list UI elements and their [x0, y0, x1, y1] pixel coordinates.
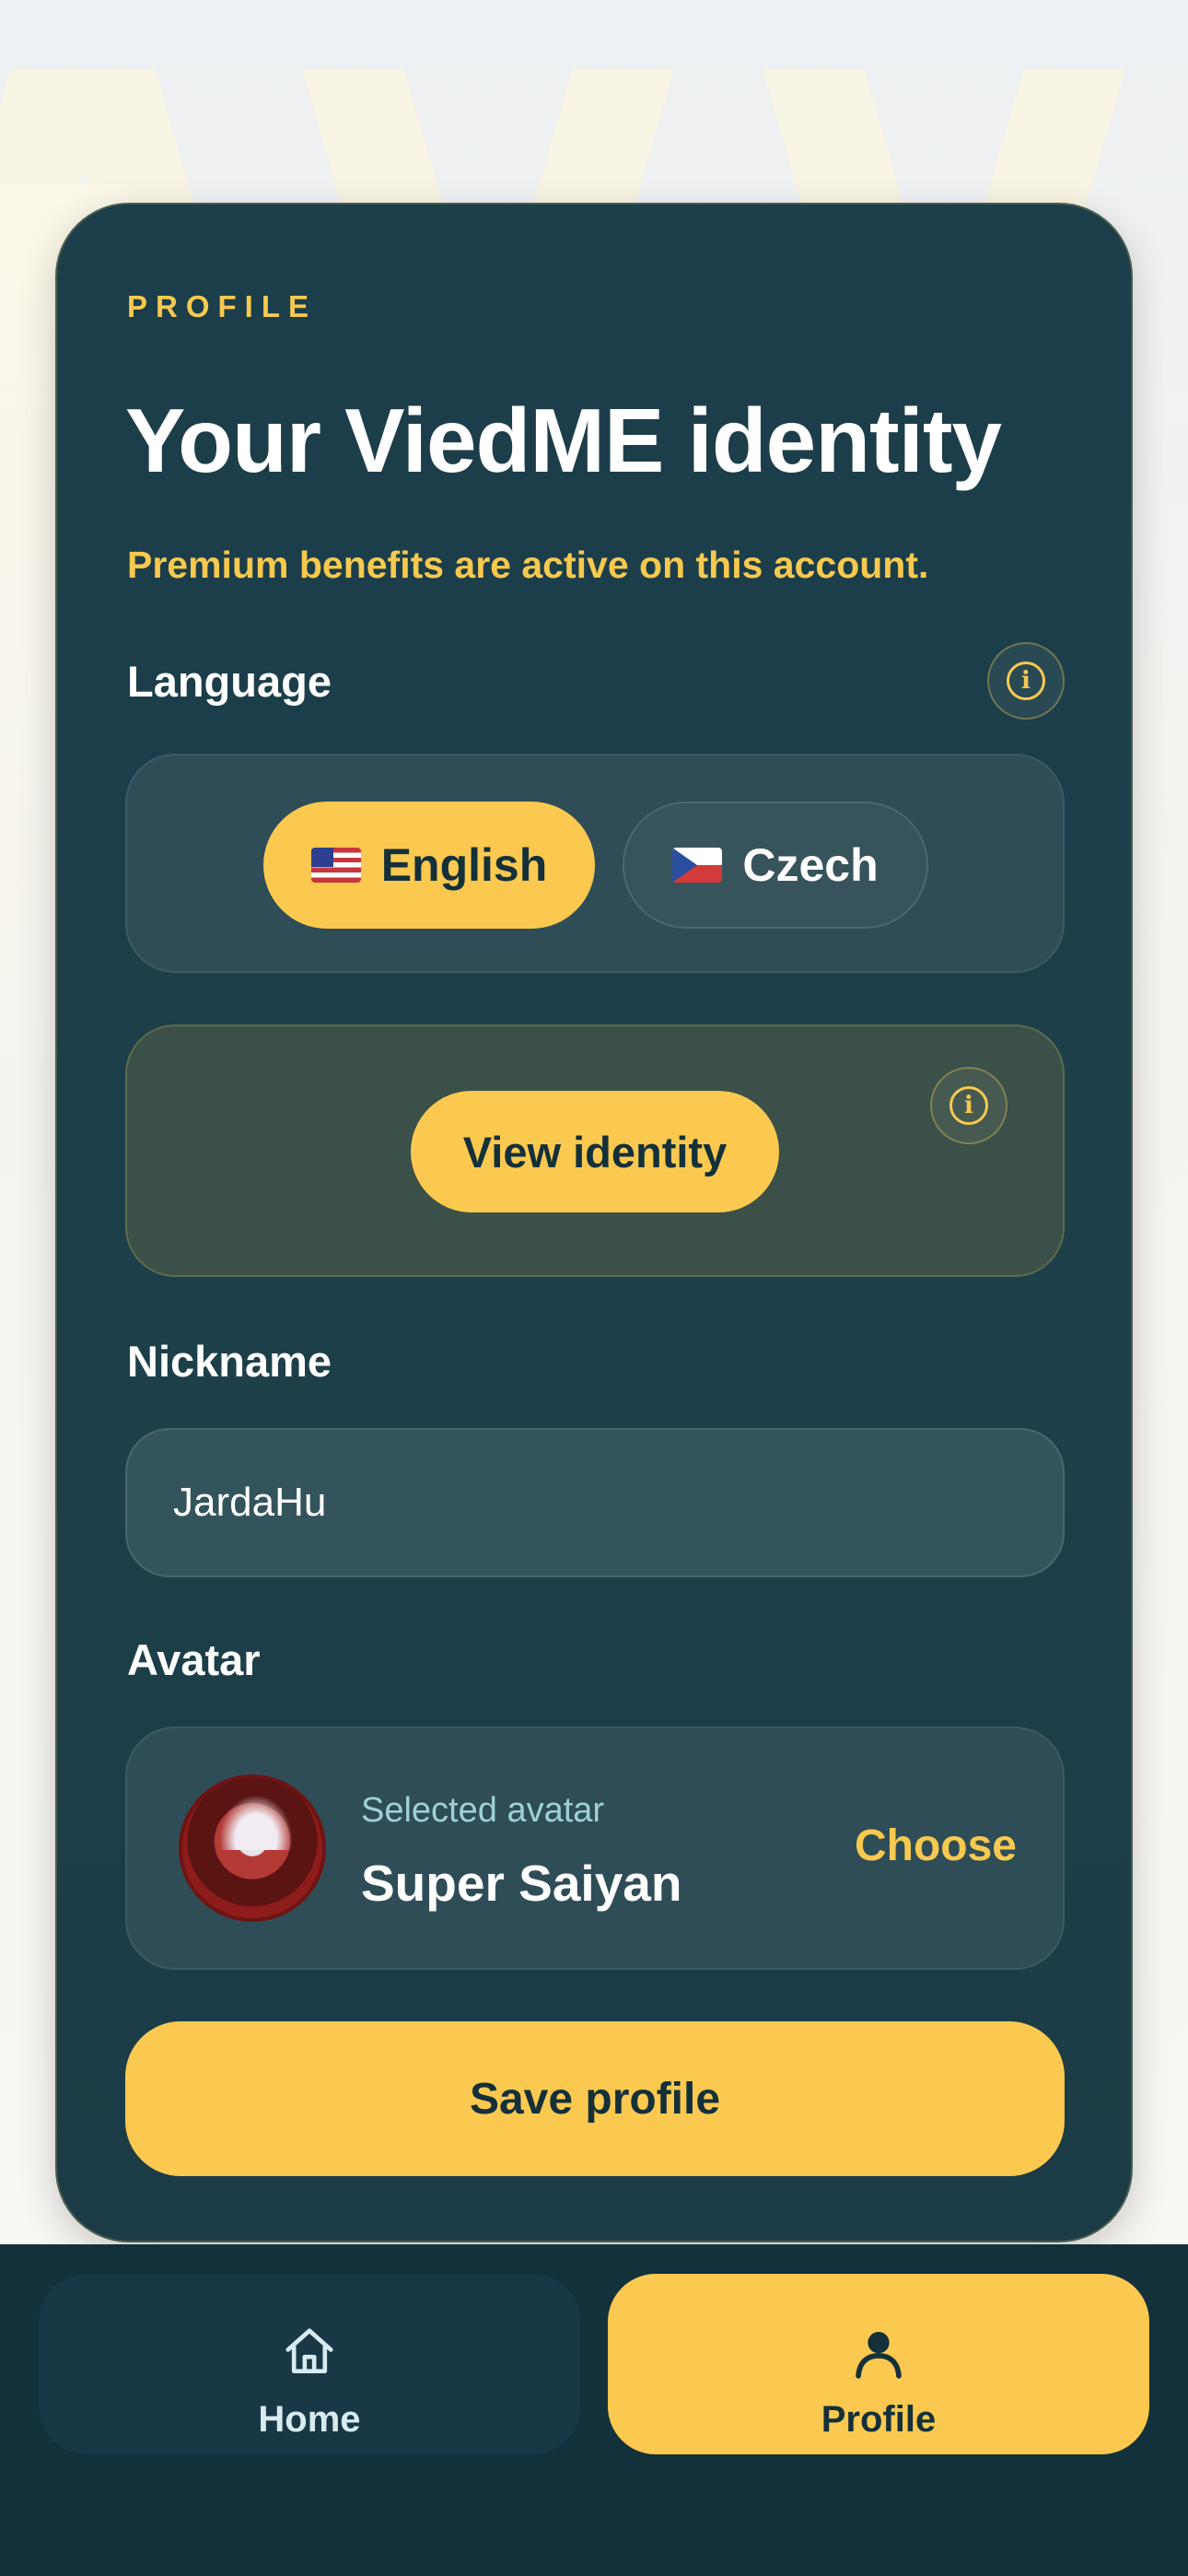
nickname-label: Nickname	[127, 1337, 332, 1386]
avatar-name: Super Saiyan	[361, 1855, 682, 1912]
profile-card: PROFILE Your ViedME identity Premium ben…	[55, 203, 1133, 2242]
premium-notice: Premium benefits are active on this acco…	[127, 544, 929, 586]
page-title: Your ViedME identity	[125, 390, 1002, 491]
language-selector: English Czech	[125, 754, 1065, 973]
avatar-image	[179, 1774, 326, 1922]
nav-item-label: Profile	[821, 2399, 937, 2440]
nickname-input[interactable]: JardaHu	[125, 1428, 1065, 1577]
language-option-czech[interactable]: Czech	[623, 802, 928, 929]
info-icon: i	[949, 1086, 988, 1125]
language-option-label: English	[380, 839, 548, 891]
bottom-navigation: Home Profile	[0, 2244, 1188, 2576]
identity-panel: View identity i	[125, 1025, 1065, 1277]
choose-avatar-button[interactable]: Choose	[855, 1821, 1017, 1871]
nav-item-home[interactable]: Home	[39, 2274, 580, 2454]
language-label: Language	[127, 657, 332, 706]
avatar-label: Avatar	[127, 1635, 261, 1684]
us-flag-icon	[310, 848, 361, 883]
nav-item-profile[interactable]: Profile	[608, 2274, 1149, 2454]
person-icon	[856, 2332, 902, 2379]
language-option-label: Czech	[742, 839, 879, 891]
language-info-button[interactable]: i	[987, 642, 1065, 720]
avatar-selector: Selected avatar Super Saiyan Choose	[125, 1727, 1065, 1970]
section-eyebrow: PROFILE	[127, 289, 318, 323]
cz-flag-icon	[672, 848, 723, 883]
avatar-hair	[219, 1795, 293, 1850]
avatar-caption: Selected avatar	[361, 1791, 605, 1830]
language-option-english[interactable]: English	[263, 802, 595, 929]
identity-info-button[interactable]: i	[930, 1067, 1007, 1144]
view-identity-button[interactable]: View identity	[411, 1091, 779, 1212]
save-profile-button[interactable]: Save profile	[125, 2021, 1065, 2176]
home-icon	[285, 2328, 333, 2373]
nav-item-label: Home	[258, 2399, 361, 2440]
info-icon: i	[1007, 662, 1045, 700]
